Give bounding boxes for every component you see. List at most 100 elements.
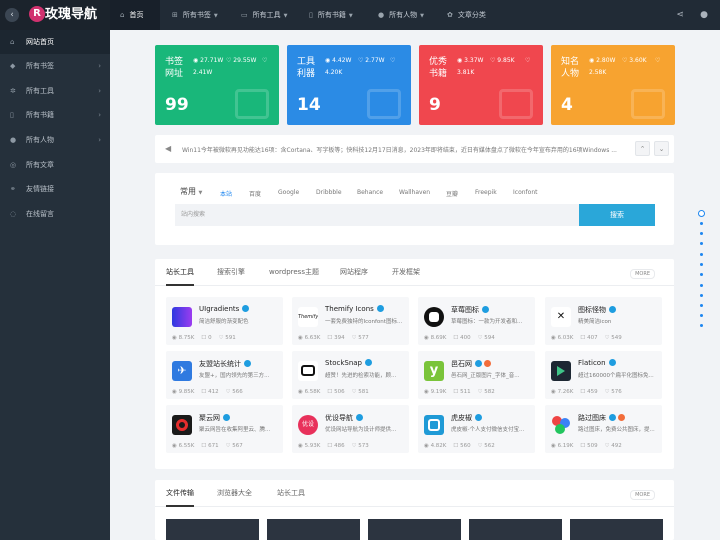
sidebar-item-articles[interactable]: ◎ 所有文章	[0, 153, 110, 177]
stat-card-people[interactable]: 知名人物 ◉ 2.80W ♡ 3.60K ♡ 2.58K 4	[551, 45, 675, 125]
search-tab-behance[interactable]: Behance	[357, 189, 383, 196]
sidebar-item-bookmarks[interactable]: ◆ 所有书签 ›	[0, 54, 110, 78]
site-tile[interactable]: ✕ 图标怪物 精美简洁icon ◉ 6.03K ☐ 407 ♡ 549	[545, 297, 662, 345]
tab-browsers[interactable]: 浏览器大全	[217, 480, 252, 507]
tab-webmaster-tools[interactable]: 站长工具	[277, 480, 305, 507]
nav-dot[interactable]	[700, 294, 703, 297]
nav-dot[interactable]	[700, 232, 703, 235]
site-tile[interactable]: 虎皮椒 虎皮椒-个人支付微信支付宝... ◉ 4.82K ☐ 560 ♡ 562	[418, 405, 535, 453]
search-tab-douban[interactable]: 豆瓣	[446, 189, 458, 198]
site-tile[interactable]: y 邑石网 邑石网_正版图片_字体_音... ◉ 9.19K ☐ 511 ♡ 582	[418, 351, 535, 399]
thumbnail-card[interactable]	[166, 519, 259, 540]
search-tab-baidu[interactable]: 百度	[249, 189, 261, 198]
site-tile[interactable]: Themify Themify Icons 一套免费独特的Iconfont图标.…	[292, 297, 409, 345]
search-tab-freepik[interactable]: Freepik	[475, 189, 497, 196]
search-tab-iconfont[interactable]: Iconfont	[513, 189, 537, 196]
search-tab-wallhaven[interactable]: Wallhaven	[399, 189, 430, 196]
sidebar-item-home[interactable]: ⌂ 网站首页	[0, 30, 110, 54]
stat-card-books[interactable]: 优秀书籍 ◉ 3.37W ♡ 9.85K ♡ 3.81K 9	[419, 45, 543, 125]
chevron-up-icon[interactable]: ⌃	[635, 141, 650, 156]
chevron-down-icon[interactable]: ⌄	[654, 141, 669, 156]
site-tile[interactable]: ✈ 友盟站长统计 友盟+，国内领先的第三方... ◉ 9.85K ☐ 412 ♡ 5…	[166, 351, 283, 399]
search-category-select[interactable]: 常用 ▼	[180, 186, 202, 197]
tile-stats: ◉ 7.26K ☐ 459 ♡ 576	[551, 389, 622, 395]
nav-dot[interactable]	[700, 273, 703, 276]
verified-icon	[608, 359, 616, 366]
home-icon: ⌂	[10, 38, 15, 46]
nav-dot[interactable]	[700, 284, 703, 287]
search-button[interactable]: 搜索	[579, 204, 655, 226]
site-tile[interactable]: 草莓图标 草莓图标：一款为开发者和... ◉ 8.69K ☐ 400 ♡ 594	[418, 297, 535, 345]
share-icon[interactable]: ⋖	[676, 10, 684, 20]
tile-desc: 优设网站导航为设计师提供...	[325, 427, 397, 433]
search-input[interactable]: 站内搜索	[175, 204, 579, 226]
nav-dot[interactable]	[700, 242, 703, 245]
tools-panel: 站长工具 搜索引擎 wordpress主题 网站程序 开发框架 MORE UIg…	[155, 259, 674, 469]
stat-card-tools[interactable]: 工具利器 ◉ 4.42W ♡ 2.77W ♡ 4.20K 14	[287, 45, 411, 125]
sidebar-item-books[interactable]: ▯ 所有书籍 ›	[0, 103, 110, 127]
logo-area[interactable]: ‹ R 玫瑰导航	[0, 0, 110, 30]
nav-dot[interactable]	[700, 263, 703, 266]
sidebar-item-messages[interactable]: ◌ 在线留言	[0, 202, 110, 226]
chevron-left-icon[interactable]: ‹	[5, 8, 19, 22]
nav-dot[interactable]	[700, 222, 703, 225]
book-icon: ▯	[309, 11, 313, 19]
site-tile[interactable]: 路过图床 路过图床，免费公共图床，提... ◉ 6.19K ☐ 509 ♡ 492	[545, 405, 662, 453]
chevron-down-icon: ▼	[283, 13, 288, 19]
search-tab-google[interactable]: Google	[278, 189, 299, 196]
topnav-books[interactable]: ▯ 所有书籍 ▼	[309, 0, 353, 30]
stat-card-bookmarks[interactable]: 书签网址 ◉ 27.71W ♡ 29.55W ♡ 2.41W 99	[155, 45, 279, 125]
site-title[interactable]: 玫瑰导航	[45, 6, 97, 23]
topnav-bookmarks[interactable]: ⊞ 所有书签 ▼	[172, 0, 218, 30]
topnav-people[interactable]: ● 所有人物 ▼	[378, 0, 424, 30]
tile-desc: 超过160000个扁平化图标免...	[578, 373, 654, 379]
site-tile[interactable]: Flaticon 超过160000个扁平化图标免... ◉ 7.26K ☐ 459…	[545, 351, 662, 399]
nav-dot[interactable]	[700, 304, 703, 307]
nav-dot[interactable]	[700, 314, 703, 317]
thumbnail-card[interactable]	[368, 519, 461, 540]
user-icon[interactable]: ●	[700, 10, 708, 20]
tab-search-engines[interactable]: 搜索引擎	[217, 259, 245, 286]
search-tab-dribbble[interactable]: Dribbble	[316, 189, 342, 196]
heart-icon: ♡	[525, 57, 531, 64]
hot-icon	[618, 414, 625, 421]
tab-site-programs[interactable]: 网站程序	[340, 259, 368, 286]
verified-icon	[475, 414, 482, 421]
home-icon: ⌂	[120, 11, 125, 19]
nav-dot[interactable]	[700, 324, 703, 327]
thumbnail-card[interactable]	[570, 519, 663, 540]
site-tile[interactable]: 优设 优设导航 优设网站导航为设计师提供... ◉ 5.93K ☐ 486 ♡ 57…	[292, 405, 409, 453]
nav-dot[interactable]	[698, 210, 705, 217]
tile-desc: 聚云网旨在收集阿里云、腾...	[199, 427, 271, 433]
uigradients-logo-icon	[172, 307, 192, 327]
site-tile[interactable]: UIgradients 简洁舒服的渐变配色 ◉ 8.75K ☐ 0 ♡ 591	[166, 297, 283, 345]
camera-icon	[298, 361, 318, 381]
site-tile[interactable]: StockSnap 超赞！先进的检索功能，顾... ◉ 6.58K ☐ 506 ♡ …	[292, 351, 409, 399]
topnav-articles[interactable]: ✿ 文章分类	[447, 0, 486, 30]
topnav-tools[interactable]: ▭ 所有工具 ▼	[241, 0, 287, 30]
heart-icon: ♡	[390, 57, 396, 64]
search-tab-site[interactable]: 本站	[220, 189, 232, 198]
stat-likes: ♡ 29.55W	[226, 57, 257, 64]
tab-file-transfer[interactable]: 文件传输	[166, 480, 194, 507]
stat-bg-icon	[367, 89, 401, 119]
tab-dev-frameworks[interactable]: 开发框架	[392, 259, 420, 286]
more-button[interactable]: MORE	[630, 269, 655, 279]
tab-webmaster-tools[interactable]: 站长工具	[166, 259, 194, 286]
sidebar-item-people[interactable]: ● 所有人物 ›	[0, 128, 110, 152]
heart-icon: ♡	[655, 57, 661, 64]
nav-dot[interactable]	[700, 253, 703, 256]
sidebar-item-links[interactable]: ⚭ 友情链接	[0, 177, 110, 201]
top-header: ‹ R 玫瑰导航 ⌂ 首页 ⊞ 所有书签 ▼ ▭ 所有工具 ▼ ▯ 所有书籍 ▼ ● 所有人物 ▼…	[0, 0, 720, 30]
more-button[interactable]: MORE	[630, 490, 655, 500]
stat-title: 工具利器	[297, 57, 316, 79]
ticker-text[interactable]: Win11今年被微软再见功能达16项：含Cortana、写字板等；快科技12月1…	[182, 145, 617, 154]
thumbnail-card[interactable]	[469, 519, 562, 540]
sidebar-item-tools[interactable]: ✲ 所有工具 ›	[0, 79, 110, 103]
thumbnail-card[interactable]	[267, 519, 360, 540]
topnav-home[interactable]: ⌂ 首页	[110, 0, 160, 30]
tab-wordpress-themes[interactable]: wordpress主题	[269, 259, 319, 286]
tile-desc: 精美简洁icon	[578, 319, 612, 325]
chevron-down-icon: ▼	[420, 13, 424, 19]
site-tile[interactable]: 聚云网 聚云网旨在收集阿里云、腾... ◉ 6.55K ☐ 671 ♡ 567	[166, 405, 283, 453]
